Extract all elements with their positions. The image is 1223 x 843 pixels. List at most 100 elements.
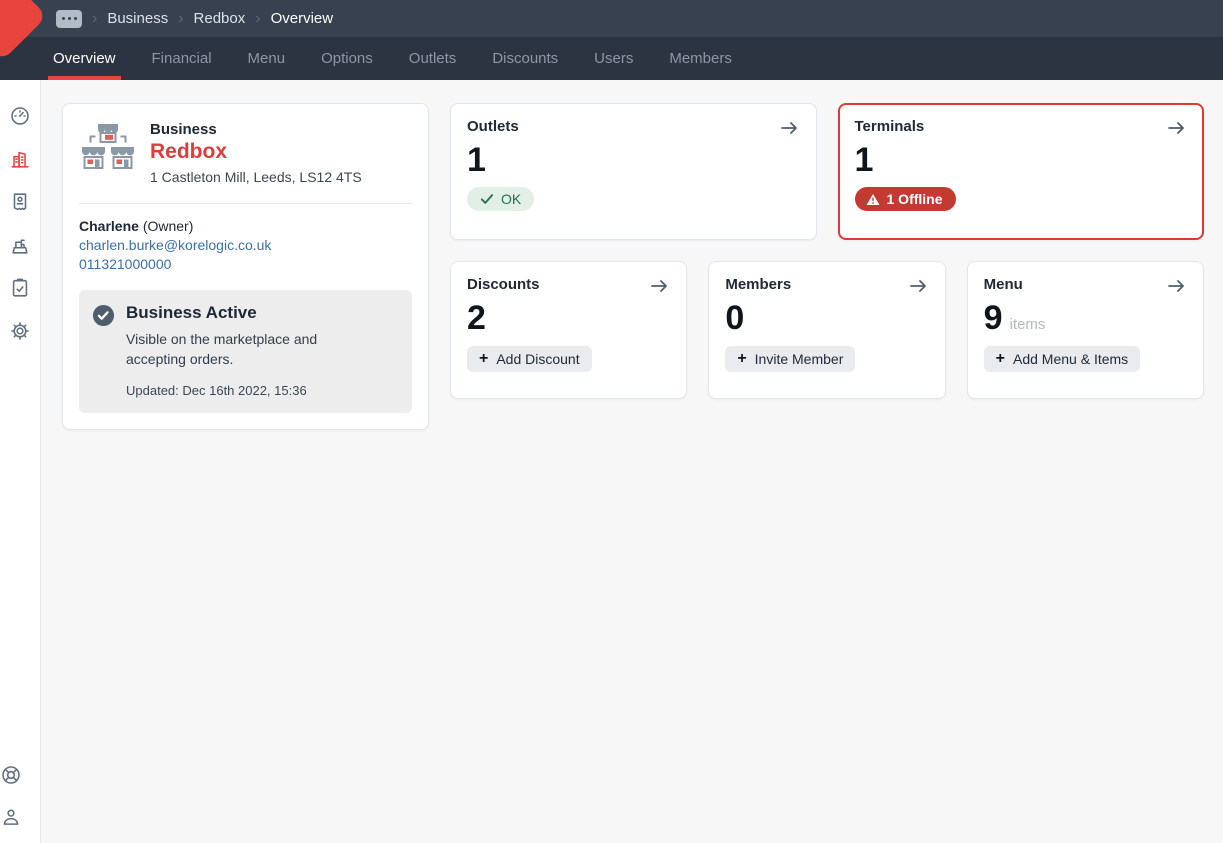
invite-member-label: Invite Member <box>755 351 844 367</box>
chevron-right-icon: › <box>255 11 260 27</box>
business-name: Redbox <box>150 140 362 164</box>
sidebar-bottom-group <box>0 764 40 833</box>
clipboard-check-icon <box>9 277 31 299</box>
arrow-right-icon <box>909 278 929 294</box>
tab-financial[interactable]: Financial <box>147 37 217 80</box>
tab-members[interactable]: Members <box>664 37 737 80</box>
icon-sidebar <box>0 80 41 843</box>
members-count: 0 <box>725 300 744 337</box>
menu-count: 9 <box>984 300 1003 337</box>
discounts-arrow-button[interactable] <box>650 276 670 294</box>
lifebuoy-help-icon <box>0 764 22 786</box>
tab-outlets[interactable]: Outlets <box>404 37 462 80</box>
arrow-right-icon <box>1167 278 1187 294</box>
business-status-box: Business Active Visible on the marketpla… <box>79 290 412 413</box>
discounts-card[interactable]: Discounts 2 + Add Discount <box>450 261 687 399</box>
main-content: Business Redbox 1 Castleton Mill, Leeds,… <box>41 80 1223 843</box>
plus-icon: + <box>737 351 746 367</box>
terminals-arrow-button[interactable] <box>1167 118 1187 136</box>
breadcrumb-item-overview[interactable]: Overview <box>271 10 334 27</box>
outlets-count: 1 <box>467 142 486 179</box>
cash-register-icon <box>9 234 31 256</box>
add-discount-button[interactable]: + Add Discount <box>467 346 592 372</box>
menu-arrow-button[interactable] <box>1167 276 1187 294</box>
terminals-card[interactable]: Terminals 1 <box>838 103 1205 240</box>
person-account-icon <box>0 806 22 828</box>
sidebar-item-tasks[interactable] <box>9 277 31 299</box>
app-root: › Business › Redbox › Overview Overview … <box>0 0 1223 843</box>
business-address: 1 Castleton Mill, Leeds, LS12 4TS <box>150 169 362 185</box>
summary-cards-row-1: Outlets 1 OK <box>450 103 1204 240</box>
business-header: Business Redbox 1 Castleton Mill, Leeds,… <box>79 121 412 185</box>
outlets-ok-badge: OK <box>467 187 534 211</box>
plus-icon: + <box>479 351 488 367</box>
dashboard-icon <box>9 105 31 127</box>
sidebar-item-business[interactable] <box>9 148 31 170</box>
terminals-offline-badge: 1 Offline <box>855 187 956 211</box>
outlets-arrow-button[interactable] <box>780 118 800 136</box>
divider <box>79 203 412 204</box>
tab-users[interactable]: Users <box>589 37 638 80</box>
ellipsis-icon <box>74 17 77 20</box>
receipt-icon <box>9 191 31 213</box>
add-menu-items-button[interactable]: + Add Menu & Items <box>984 346 1141 372</box>
check-circle-icon <box>92 304 115 327</box>
terminals-card-title: Terminals <box>855 118 925 135</box>
menu-card-title: Menu <box>984 276 1023 293</box>
status-content: Business Active Visible on the marketpla… <box>126 303 398 398</box>
members-arrow-button[interactable] <box>909 276 929 294</box>
sidebar-item-settings[interactable] <box>9 320 31 342</box>
tab-options[interactable]: Options <box>316 37 378 80</box>
owner-email-link[interactable]: charlen.burke@korelogic.co.uk <box>79 237 412 253</box>
breadcrumb-item-redbox[interactable]: Redbox <box>194 10 246 27</box>
menu-count-unit: items <box>1010 316 1046 333</box>
plus-icon: + <box>996 351 1005 367</box>
outlets-card[interactable]: Outlets 1 OK <box>450 103 817 240</box>
outlets-card-title: Outlets <box>467 118 519 135</box>
tab-bar: Overview Financial Menu Options Outlets … <box>0 37 1223 80</box>
terminals-badge-label: 1 Offline <box>887 191 943 207</box>
arrow-right-icon <box>650 278 670 294</box>
owner-name: Charlene <box>79 218 139 234</box>
warning-triangle-icon <box>866 193 880 206</box>
summary-cards-row-2: Discounts 2 + Add Discount <box>450 261 1204 399</box>
add-discount-label: Add Discount <box>496 351 579 367</box>
tab-menu[interactable]: Menu <box>243 37 291 80</box>
discounts-card-title: Discounts <box>467 276 540 293</box>
status-updated: Updated: Dec 16th 2022, 15:36 <box>126 383 398 398</box>
arrow-right-icon <box>1167 120 1187 136</box>
breadcrumb-bar: › Business › Redbox › Overview <box>0 0 1223 37</box>
status-description: Visible on the marketplace and accepting… <box>126 329 378 370</box>
storefronts-icon <box>79 121 137 173</box>
sidebar-item-help[interactable] <box>0 764 22 786</box>
owner-line: Charlene (Owner) <box>79 218 412 234</box>
sidebar-item-dashboard[interactable] <box>9 105 31 127</box>
invite-member-button[interactable]: + Invite Member <box>725 346 855 372</box>
arrow-right-icon <box>780 120 800 136</box>
members-card-title: Members <box>725 276 791 293</box>
add-menu-items-label: Add Menu & Items <box>1013 351 1128 367</box>
gear-icon <box>9 320 31 342</box>
sidebar-item-receipts[interactable] <box>9 191 31 213</box>
summary-cards-column: Outlets 1 OK <box>450 103 1204 399</box>
ellipsis-menu-button[interactable] <box>56 10 82 28</box>
sidebar-item-terminals[interactable] <box>9 234 31 256</box>
business-buildings-icon <box>9 148 31 170</box>
discounts-count: 2 <box>467 300 486 337</box>
business-type-label: Business <box>150 121 362 138</box>
ellipsis-icon <box>62 17 65 20</box>
chevron-right-icon: › <box>178 11 183 27</box>
chevron-right-icon: › <box>92 11 97 27</box>
outlets-badge-label: OK <box>501 191 521 207</box>
owner-phone-link[interactable]: 011321000000 <box>79 256 412 272</box>
tab-discounts[interactable]: Discounts <box>487 37 563 80</box>
sidebar-item-account[interactable] <box>0 806 22 828</box>
menu-card[interactable]: Menu 9 items + Add Menu & Items <box>967 261 1204 399</box>
check-icon <box>480 193 494 205</box>
tab-overview[interactable]: Overview <box>48 37 121 80</box>
terminals-count: 1 <box>855 142 874 179</box>
members-card[interactable]: Members 0 + Invite Member <box>708 261 945 399</box>
business-summary-card: Business Redbox 1 Castleton Mill, Leeds,… <box>62 103 429 430</box>
breadcrumb-item-business[interactable]: Business <box>107 10 168 27</box>
ellipsis-icon <box>68 17 71 20</box>
